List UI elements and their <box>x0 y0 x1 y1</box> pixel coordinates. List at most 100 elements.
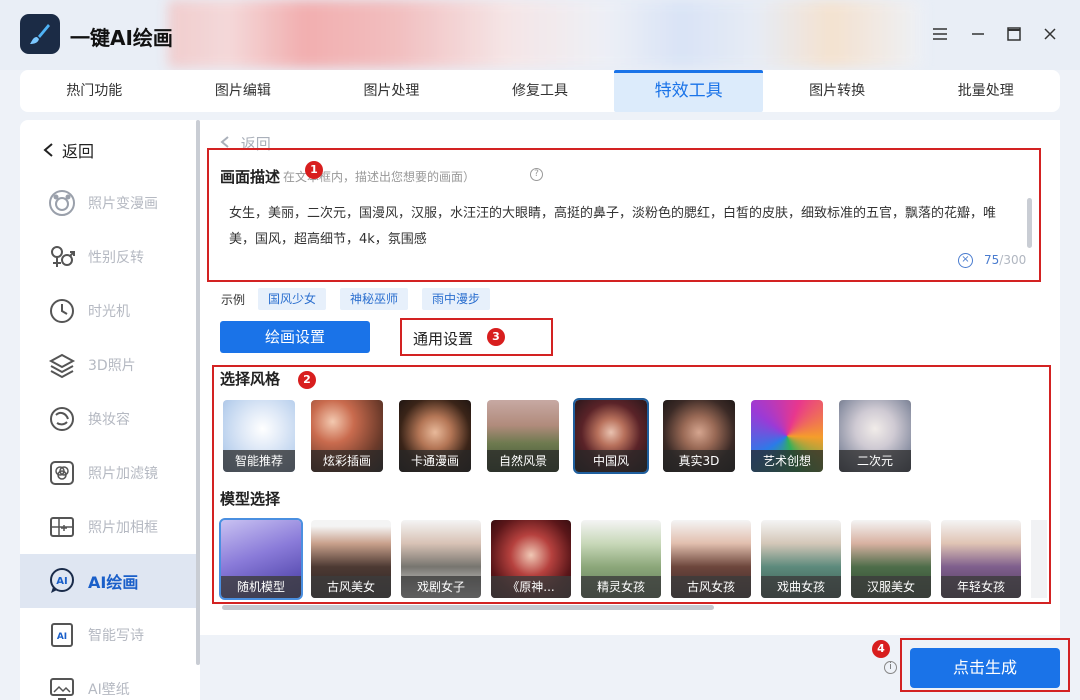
layers-icon <box>48 351 76 379</box>
clock-icon <box>48 297 76 325</box>
sidebar-item-gender-swap[interactable]: 性别反转 <box>20 230 200 284</box>
style-option-label: 炫彩插画 <box>311 450 383 472</box>
model-option-label: 戏剧女子 <box>401 576 481 598</box>
style-option-selected[interactable]: 中国风 <box>573 398 649 474</box>
wallpaper-icon <box>48 675 76 700</box>
help-icon[interactable]: ? <box>530 168 543 181</box>
annotation-badge-2: 2 <box>298 371 316 389</box>
clear-icon[interactable]: × <box>958 253 973 268</box>
sidebar-item-photo-frame[interactable]: 照片加相框 <box>20 500 200 554</box>
style-option[interactable]: 真实3D <box>663 400 735 472</box>
model-option[interactable]: 戏曲女孩 <box>761 520 841 598</box>
char-counter: 75/300 <box>984 253 1026 267</box>
model-option[interactable]: 戏剧女子 <box>401 520 481 598</box>
example-chip[interactable]: 雨中漫步 <box>422 288 491 310</box>
cartoon-face-icon <box>48 189 76 217</box>
sidebar-item-time-machine[interactable]: 时光机 <box>20 284 200 338</box>
style-option-label: 艺术创想 <box>751 450 823 472</box>
model-option[interactable]: 年轻女孩 <box>941 520 1021 598</box>
svg-text:AI: AI <box>56 576 67 587</box>
sidebar-item-label: AI绘画 <box>88 573 139 592</box>
description-input[interactable]: 女生，美丽，二次元，国漫风，汉服，水汪汪的大眼睛，高挺的鼻子，淡粉色的腮红，白皙… <box>229 201 1019 253</box>
tab-batch-process[interactable]: 批量处理 <box>911 70 1060 112</box>
model-option-partial[interactable] <box>1031 520 1047 598</box>
sidebar-back-button[interactable]: 返回 <box>42 138 94 162</box>
tab-effect-tools[interactable]: 特效工具 <box>614 70 763 112</box>
char-max: /300 <box>999 253 1027 267</box>
annotation-badge-1: 1 <box>305 161 323 179</box>
style-option[interactable]: 智能推荐 <box>223 400 295 472</box>
model-scrollbar[interactable] <box>222 605 714 610</box>
sidebar-item-label: 照片变漫画 <box>88 196 158 212</box>
tab-hot-features[interactable]: 热门功能 <box>20 70 169 112</box>
annotation-badge-4: 4 <box>872 640 890 658</box>
chevron-left-icon <box>220 136 229 148</box>
char-count: 75 <box>984 253 1000 267</box>
description-scrollbar[interactable] <box>1027 198 1032 248</box>
model-option-label: 古风女孩 <box>671 576 751 598</box>
sidebar-item-label: 3D照片 <box>88 358 136 374</box>
menu-icon[interactable] <box>928 22 952 46</box>
model-option-label: 《原神... <box>491 576 571 598</box>
sidebar-item-label: AI壁纸 <box>88 682 130 698</box>
model-option-label: 随机模型 <box>221 576 301 598</box>
sidebar-item-label: 照片加滤镜 <box>88 466 158 482</box>
style-option[interactable]: 艺术创想 <box>751 400 823 472</box>
sidebar-item-label: 智能写诗 <box>88 628 144 644</box>
tab-image-convert[interactable]: 图片转换 <box>763 70 912 112</box>
maximize-icon[interactable] <box>1002 22 1026 46</box>
style-option-label: 智能推荐 <box>223 450 295 472</box>
filter-icon <box>48 459 76 487</box>
generate-button[interactable]: 点击生成 <box>910 648 1060 688</box>
frame-icon <box>48 513 76 541</box>
style-option[interactable]: 卡通漫画 <box>399 400 471 472</box>
sidebar-item-label: 换妆容 <box>88 412 130 428</box>
example-chip[interactable]: 神秘巫师 <box>340 288 409 310</box>
sidebar-item-ai-poem[interactable]: AI 智能写诗 <box>20 608 200 662</box>
style-option[interactable]: 二次元 <box>839 400 911 472</box>
description-title: 画面描述 <box>220 168 281 186</box>
ai-paint-icon: AI <box>48 567 76 595</box>
model-option[interactable]: 精灵女孩 <box>581 520 661 598</box>
sidebar-item-makeup[interactable]: 换妆容 <box>20 392 200 446</box>
model-option[interactable]: 汉服美女 <box>851 520 931 598</box>
sidebar-item-photo-filter[interactable]: 照片加滤镜 <box>20 446 200 500</box>
sidebar-item-label: 性别反转 <box>88 250 144 266</box>
model-option[interactable]: 古风美女 <box>311 520 391 598</box>
chevron-left-icon <box>43 143 53 157</box>
blurred-banner <box>168 0 922 68</box>
model-option-selected[interactable]: 随机模型 <box>219 518 303 600</box>
svg-text:AI: AI <box>57 632 67 642</box>
tab-repair-tools[interactable]: 修复工具 <box>466 70 615 112</box>
info-icon[interactable]: i <box>884 661 897 674</box>
example-chip[interactable]: 国风少女 <box>258 288 327 310</box>
sidebar-item-ai-paint[interactable]: AI AI绘画 <box>20 554 200 608</box>
sidebar-item-label: 照片加相框 <box>88 520 158 536</box>
ai-poem-icon: AI <box>48 621 76 649</box>
sidebar: 返回 照片变漫画 性别反转 时光机 3D照片 换妆容 照片加滤镜 照片加相框 A… <box>20 120 200 700</box>
examples-label: 示例 <box>221 293 246 307</box>
title-bar: 一键AI绘画 <box>0 0 1080 70</box>
model-option-label: 精灵女孩 <box>581 576 661 598</box>
close-icon[interactable] <box>1038 22 1062 46</box>
model-option[interactable]: 《原神... <box>491 520 571 598</box>
model-option[interactable]: 古风女孩 <box>671 520 751 598</box>
tab-image-process[interactable]: 图片处理 <box>317 70 466 112</box>
sidebar-item-label: 时光机 <box>88 304 130 320</box>
sidebar-item-3d-photo[interactable]: 3D照片 <box>20 338 200 392</box>
sidebar-item-photo-to-cartoon[interactable]: 照片变漫画 <box>20 176 200 230</box>
style-option-label: 卡通漫画 <box>399 450 471 472</box>
style-title: 选择风格 <box>220 370 281 388</box>
draw-settings-button[interactable]: 绘画设置 <box>220 321 370 353</box>
minimize-icon[interactable] <box>966 22 990 46</box>
gender-icon <box>48 243 76 271</box>
annotation-badge-3: 3 <box>487 328 505 346</box>
general-settings-button[interactable]: 通用设置 <box>413 328 473 349</box>
style-option[interactable]: 炫彩插画 <box>311 400 383 472</box>
style-option[interactable]: 自然风景 <box>487 400 559 472</box>
tab-image-edit[interactable]: 图片编辑 <box>169 70 318 112</box>
main-tab-bar: 热门功能 图片编辑 图片处理 修复工具 特效工具 图片转换 批量处理 <box>20 70 1060 112</box>
style-option-label: 二次元 <box>839 450 911 472</box>
style-option-label: 中国风 <box>575 450 647 472</box>
sidebar-item-ai-wallpaper[interactable]: AI壁纸 <box>20 662 200 700</box>
